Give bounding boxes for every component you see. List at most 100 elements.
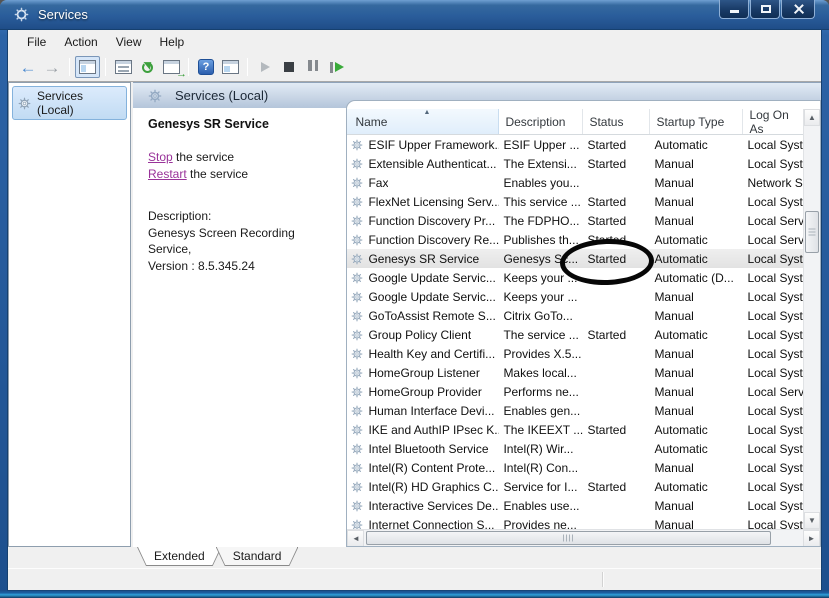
service-gear-icon xyxy=(351,196,363,208)
main-area: Services (Local) Services (Local) Genesy… xyxy=(8,82,821,547)
table-row[interactable]: Google Update Servic... Keeps your ... M… xyxy=(347,287,803,306)
column-header-name[interactable]: Name▲ xyxy=(347,109,499,134)
menu-help[interactable]: Help xyxy=(151,32,194,52)
horizontal-scrollbar[interactable]: ◄ ► xyxy=(347,529,820,546)
menu-view[interactable]: View xyxy=(107,32,151,52)
horizontal-scrollbar-thumb[interactable] xyxy=(366,531,771,545)
services-gear-icon xyxy=(18,97,31,110)
table-row[interactable]: GoToAssist Remote S... Citrix GoTo... Ma… xyxy=(347,306,803,325)
restart-service-link[interactable]: Restart xyxy=(148,167,187,181)
table-row[interactable]: HomeGroup Provider Performs ne... Manual… xyxy=(347,382,803,401)
minimize-button[interactable] xyxy=(719,0,749,19)
service-logon-cell: Network S xyxy=(743,176,803,190)
table-row[interactable]: FlexNet Licensing Serv... This service .… xyxy=(347,192,803,211)
service-startup-type-cell: Automatic xyxy=(650,138,743,152)
start-service-button[interactable] xyxy=(253,56,277,78)
refresh-icon xyxy=(142,62,153,73)
services-app-icon xyxy=(14,7,29,22)
tab-extended[interactable]: Extended xyxy=(137,547,222,566)
export-list-button[interactable]: → xyxy=(159,56,183,78)
table-row[interactable]: Health Key and Certifi... Provides X.5..… xyxy=(347,344,803,363)
service-gear-icon xyxy=(351,500,363,512)
service-status-cell: Started xyxy=(583,480,650,494)
column-header-description[interactable]: Description xyxy=(499,109,583,134)
table-row[interactable]: Internet Connection S... Provides ne... … xyxy=(347,515,803,529)
table-row[interactable]: Function Discovery Re... Publishes th...… xyxy=(347,230,803,249)
extended-view-panel: Genesys SR Service Stop the service Rest… xyxy=(133,108,346,547)
table-row[interactable]: Human Interface Devi... Enables gen... M… xyxy=(347,401,803,420)
close-button[interactable] xyxy=(781,0,815,19)
back-icon: ← xyxy=(20,59,37,76)
service-logon-cell: Local Syste xyxy=(743,518,803,530)
table-row[interactable]: Genesys SR Service Genesys Sc... Started… xyxy=(347,249,803,268)
service-description-cell: Provides ne... xyxy=(499,518,583,530)
table-row[interactable]: Google Update Servic... Keeps your ... A… xyxy=(347,268,803,287)
column-header-log-on-as[interactable]: Log On As xyxy=(743,109,803,134)
table-row[interactable]: Fax Enables you... Manual Network S xyxy=(347,173,803,192)
restart-service-button[interactable] xyxy=(325,56,349,78)
toolbar-separator xyxy=(105,58,106,76)
table-row[interactable]: IKE and AuthIP IPsec K... The IKEEXT ...… xyxy=(347,420,803,439)
service-status-cell: Started xyxy=(583,214,650,228)
menu-action[interactable]: Action xyxy=(55,32,106,52)
vertical-scrollbar-thumb[interactable] xyxy=(805,211,819,253)
service-description-cell: Citrix GoTo... xyxy=(499,309,583,323)
service-description-cell: Enables use... xyxy=(499,499,583,513)
scroll-down-icon[interactable]: ▼ xyxy=(804,512,820,529)
table-row[interactable]: Group Policy Client The service ... Star… xyxy=(347,325,803,344)
status-bar-divider xyxy=(602,572,604,587)
table-row[interactable]: Extensible Authenticat... The Extensi...… xyxy=(347,154,803,173)
stop-service-link[interactable]: Stop xyxy=(148,150,173,164)
service-startup-type-cell: Manual xyxy=(650,290,743,304)
service-logon-cell: Local Servi xyxy=(743,233,803,247)
service-gear-icon xyxy=(351,215,363,227)
service-name: Intel(R) Content Prote... xyxy=(368,461,495,475)
scroll-left-icon[interactable]: ◄ xyxy=(347,530,364,547)
service-description-cell: Enables you... xyxy=(499,176,583,190)
table-row[interactable]: Function Discovery Pr... The FDPHO... St… xyxy=(347,211,803,230)
service-gear-icon xyxy=(351,386,363,398)
service-logon-cell: Local Syste xyxy=(743,404,803,418)
table-row[interactable]: HomeGroup Listener Makes local... Manual… xyxy=(347,363,803,382)
tab-standard[interactable]: Standard xyxy=(216,547,299,566)
show-console-tree-button[interactable] xyxy=(75,56,100,78)
stop-service-line: Stop the service xyxy=(148,149,336,166)
table-row[interactable]: Intel(R) HD Graphics C... Service for I.… xyxy=(347,477,803,496)
vertical-scrollbar[interactable]: ▲ ▼ xyxy=(803,109,820,529)
sidebar-item-services-local[interactable]: Services (Local) xyxy=(12,86,127,120)
service-logon-cell: Local Syste xyxy=(743,195,803,209)
table-row[interactable]: Interactive Services De... Enables use..… xyxy=(347,496,803,515)
service-startup-type-cell: Manual xyxy=(650,518,743,530)
scroll-up-icon[interactable]: ▲ xyxy=(804,109,820,126)
sidebar-item-label: Services (Local) xyxy=(37,89,121,117)
column-header-startup-type[interactable]: Startup Type xyxy=(650,109,743,134)
scroll-right-icon[interactable]: ► xyxy=(803,530,820,547)
service-description-cell: Intel(R) Wir... xyxy=(499,442,583,456)
service-name: Function Discovery Pr... xyxy=(368,214,495,228)
show-action-pane-button[interactable] xyxy=(218,56,242,78)
service-logon-cell: Local Syste xyxy=(743,309,803,323)
back-button[interactable]: ← xyxy=(16,56,40,78)
services-window: Services File Action View Help ← → → ? xyxy=(0,0,829,598)
stop-service-button[interactable] xyxy=(277,56,301,78)
service-logon-cell: Local Syste xyxy=(743,423,803,437)
maximize-button[interactable] xyxy=(750,0,780,19)
service-startup-type-cell: Manual xyxy=(650,499,743,513)
table-row[interactable]: Intel(R) Content Prote... Intel(R) Con..… xyxy=(347,458,803,477)
restart-service-line: Restart the service xyxy=(148,166,336,183)
properties-button[interactable] xyxy=(111,56,135,78)
table-row[interactable]: Intel Bluetooth Service Intel(R) Wir... … xyxy=(347,439,803,458)
service-gear-icon xyxy=(351,253,363,265)
column-header-status[interactable]: Status xyxy=(583,109,650,134)
service-description: Description: Genesys Screen Recording Se… xyxy=(148,208,336,274)
menu-file[interactable]: File xyxy=(18,32,55,52)
service-name: Google Update Servic... xyxy=(368,271,495,285)
list-header: Name▲ Description Status Startup Type Lo… xyxy=(347,109,803,135)
forward-button[interactable]: → xyxy=(40,56,64,78)
help-button[interactable]: ? xyxy=(194,56,218,78)
table-row[interactable]: ESIF Upper Framework... ESIF Upper ... S… xyxy=(347,135,803,154)
pause-service-button[interactable] xyxy=(301,56,325,78)
titlebar[interactable]: Services xyxy=(0,0,829,30)
refresh-button[interactable] xyxy=(135,56,159,78)
service-name: ESIF Upper Framework... xyxy=(368,138,499,152)
